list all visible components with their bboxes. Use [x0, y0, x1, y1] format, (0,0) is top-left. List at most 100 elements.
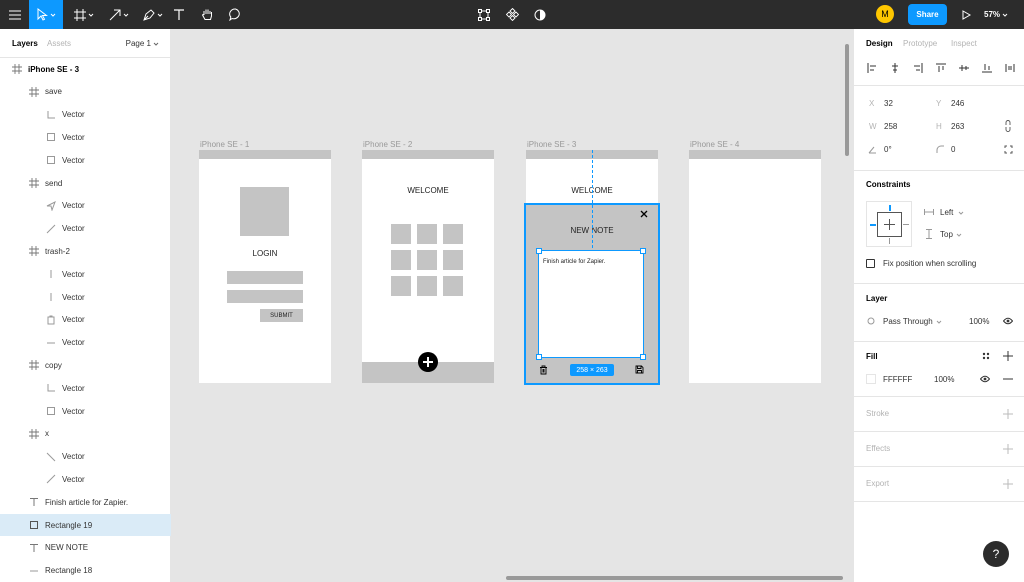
- layer-row[interactable]: Vector: [0, 468, 171, 490]
- contrast-button[interactable]: [532, 0, 548, 29]
- w-input[interactable]: 258: [884, 122, 897, 131]
- layer-row[interactable]: Rectangle 18: [0, 560, 171, 582]
- layer-row[interactable]: Vector: [0, 377, 171, 399]
- page-selector[interactable]: Page 1: [126, 39, 159, 48]
- frame-iphone-se-4[interactable]: [689, 150, 821, 383]
- layer-row[interactable]: save: [0, 81, 171, 103]
- constraint-widget[interactable]: [866, 201, 912, 247]
- pen-tool-button[interactable]: [138, 0, 168, 29]
- resize-handle[interactable]: [640, 354, 646, 360]
- shape-tool-button[interactable]: [104, 0, 134, 29]
- add-icon[interactable]: [1003, 444, 1013, 454]
- layer-row[interactable]: Vector: [0, 104, 171, 126]
- layer-row[interactable]: x: [0, 423, 171, 445]
- align-vertical-center-button[interactable]: [958, 62, 970, 74]
- rotation-icon: [868, 146, 876, 154]
- resize-handle[interactable]: [640, 248, 646, 254]
- layer-row[interactable]: send: [0, 172, 171, 194]
- resize-handle[interactable]: [536, 248, 542, 254]
- align-bottom-button[interactable]: [981, 62, 993, 74]
- style-grid-icon[interactable]: [982, 352, 990, 360]
- layer-row[interactable]: NEW NOTE: [0, 537, 171, 559]
- transform-section: X 32 Y 246 W 258 H 263 0° 0: [854, 85, 1024, 164]
- vertical-constraint-select[interactable]: Top: [940, 230, 953, 239]
- layer-row[interactable]: Vector: [0, 126, 171, 148]
- radius-input[interactable]: 0: [951, 145, 955, 154]
- add-icon[interactable]: [1003, 409, 1013, 419]
- layer-row[interactable]: Rectangle 19: [0, 514, 171, 536]
- layer-opacity-input[interactable]: 100%: [969, 317, 989, 326]
- tab-assets[interactable]: Assets: [47, 39, 71, 48]
- resize-handle[interactable]: [536, 354, 542, 360]
- layer-row[interactable]: Vector: [0, 309, 171, 331]
- horizontal-scrollbar[interactable]: [506, 576, 843, 580]
- fill-color-swatch[interactable]: [866, 374, 876, 384]
- layer-row[interactable]: Vector: [0, 332, 171, 354]
- layer-row[interactable]: Vector: [0, 218, 171, 240]
- zoom-menu[interactable]: 57%: [984, 0, 1008, 29]
- tab-layers[interactable]: Layers: [12, 39, 38, 48]
- text-tool-button[interactable]: [170, 0, 188, 29]
- fill-hex-input[interactable]: FFFFFF: [883, 375, 912, 384]
- layer-row[interactable]: Vector: [0, 149, 171, 171]
- rotation-input[interactable]: 0°: [884, 145, 892, 154]
- distribute-button[interactable]: [1004, 62, 1016, 74]
- layer-row[interactable]: copy: [0, 354, 171, 376]
- share-button[interactable]: Share: [908, 4, 947, 25]
- constrain-proportions-icon[interactable]: [1004, 120, 1012, 132]
- align-top-button[interactable]: [935, 62, 947, 74]
- layer-row[interactable]: Vector: [0, 195, 171, 217]
- align-left-button[interactable]: [866, 62, 878, 74]
- welcome-title: WELCOME: [407, 186, 449, 195]
- hand-tool-button[interactable]: [198, 0, 216, 29]
- canvas[interactable]: iPhone SE - 1 LOGIN SUBMIT iPhone SE - 2…: [171, 29, 853, 582]
- align-horizontal-center-button[interactable]: [889, 62, 901, 74]
- layer-row[interactable]: trash-2: [0, 240, 171, 262]
- layer-row[interactable]: Vector: [0, 286, 171, 308]
- note-text-area[interactable]: Finish article for Zapier.: [536, 248, 646, 360]
- layer-row-frame[interactable]: iPhone SE - 3: [0, 58, 171, 80]
- page-selector-label: Page 1: [125, 39, 151, 48]
- layer-row[interactable]: Finish article for Zapier.: [0, 491, 171, 513]
- crop-component-button[interactable]: [476, 0, 492, 29]
- comment-tool-button[interactable]: [226, 0, 244, 29]
- present-button[interactable]: [958, 0, 974, 29]
- eye-icon[interactable]: [980, 375, 990, 383]
- tab-inspect[interactable]: Inspect: [951, 39, 977, 48]
- horizontal-constraint-select[interactable]: Left: [940, 208, 953, 217]
- fix-position-checkbox[interactable]: [866, 259, 875, 268]
- frame-tool-button[interactable]: [69, 0, 99, 29]
- h-input[interactable]: 263: [951, 122, 964, 131]
- x-input[interactable]: 32: [884, 99, 893, 108]
- blend-mode-select[interactable]: Pass Through: [883, 317, 933, 326]
- help-button[interactable]: ?: [983, 541, 1009, 567]
- move-tool-button[interactable]: [29, 0, 63, 29]
- layer-row[interactable]: Vector: [0, 263, 171, 285]
- frame-label-1[interactable]: iPhone SE - 1: [200, 140, 249, 149]
- vertical-scrollbar[interactable]: [845, 44, 849, 156]
- layer-row[interactable]: Vector: [0, 446, 171, 468]
- eye-icon[interactable]: [1003, 317, 1013, 325]
- user-avatar[interactable]: M: [876, 5, 894, 23]
- tab-design[interactable]: Design: [866, 39, 893, 48]
- toolbar: M Share 57%: [0, 0, 1024, 29]
- frame-iphone-se-2[interactable]: WELCOME: [362, 150, 494, 383]
- add-icon[interactable]: [1003, 351, 1013, 361]
- fill-opacity-input[interactable]: 100%: [934, 375, 954, 384]
- tab-prototype[interactable]: Prototype: [903, 39, 937, 48]
- frame-label-4[interactable]: iPhone SE - 4: [690, 140, 739, 149]
- add-icon[interactable]: [1003, 479, 1013, 489]
- layer-row[interactable]: Vector: [0, 400, 171, 422]
- frame-label-3[interactable]: iPhone SE - 3: [527, 140, 576, 149]
- frame-iphone-se-3[interactable]: WELCOME NEW NOTE Finish article for Zapi…: [524, 150, 660, 385]
- component-button[interactable]: [504, 0, 520, 29]
- align-right-button[interactable]: [912, 62, 924, 74]
- remove-icon[interactable]: [1003, 378, 1013, 380]
- frame-label-2[interactable]: iPhone SE - 2: [363, 140, 412, 149]
- independent-corners-icon[interactable]: [1004, 145, 1013, 154]
- frame-iphone-se-1[interactable]: LOGIN SUBMIT: [199, 150, 331, 383]
- plus-icon: [884, 219, 895, 230]
- note-body-text: Finish article for Zapier.: [543, 259, 606, 265]
- y-input[interactable]: 246: [951, 99, 964, 108]
- main-menu-button[interactable]: [0, 0, 29, 29]
